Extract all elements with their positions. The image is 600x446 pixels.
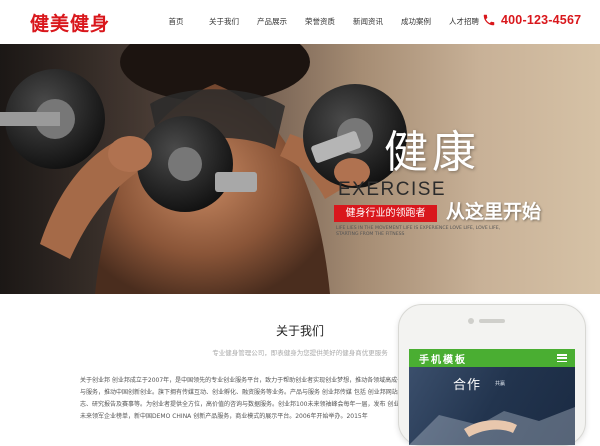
contact-phone: 400-123-4567 — [482, 13, 581, 27]
handshake-image — [409, 407, 575, 445]
site-logo[interactable]: 健美健身 — [30, 9, 110, 36]
nav-item-jobs[interactable]: 人才招聘 — [440, 0, 488, 44]
phone-camera — [468, 318, 474, 324]
mobile-slogan: 合作 — [453, 378, 482, 393]
phone-speaker — [479, 319, 505, 323]
mobile-banner: 合作 共赢 — [409, 367, 575, 445]
hero-photo — [0, 44, 600, 294]
phone-number: 400-123-4567 — [501, 13, 582, 27]
about-body: 关于创业邦 创业邦成立于2007年，是中国领先的专业创业服务平台，致力于帮助创业… — [80, 377, 417, 420]
hero-exercise-text: EXERCISE — [338, 179, 447, 200]
hero-subtitle: 从这里开始 — [446, 201, 542, 223]
hero-banner: 健康 EXERCISE 健身行业的领跑者 从这里开始 LIFE LIES IN … — [0, 44, 600, 294]
hero-title: 健康 — [384, 127, 480, 178]
site-header: 健美健身 首页 关于我们 产品展示 荣誉资质 新闻资讯 成功案例 人才招聘 40… — [0, 0, 600, 44]
phone-screen: 手机模板 合作 共赢 — [409, 349, 575, 445]
hamburger-menu-icon[interactable] — [557, 354, 567, 363]
mobile-header-bar: 手机模板 — [409, 349, 575, 367]
nav-item-products[interactable]: 产品展示 — [248, 0, 296, 44]
mobile-title: 手机模板 — [419, 355, 467, 366]
nav-item-home[interactable]: 首页 — [152, 0, 200, 44]
nav-item-news[interactable]: 新闻资讯 — [344, 0, 392, 44]
main-nav: 首页 关于我们 产品展示 荣誉资质 新闻资讯 成功案例 人才招聘 — [152, 0, 488, 44]
mobile-slogan-small: 共赢 — [495, 381, 506, 387]
nav-item-about[interactable]: 关于我们 — [200, 0, 248, 44]
phone-icon — [483, 14, 495, 26]
nav-item-honors[interactable]: 荣誉资质 — [296, 0, 344, 44]
hero-english-text: LIFE LIES IN THE MOVEMENT LIFE IS EXPERI… — [336, 226, 501, 237]
hero-tagline-badge: 健身行业的领跑者 — [334, 205, 437, 222]
nav-item-cases[interactable]: 成功案例 — [392, 0, 440, 44]
